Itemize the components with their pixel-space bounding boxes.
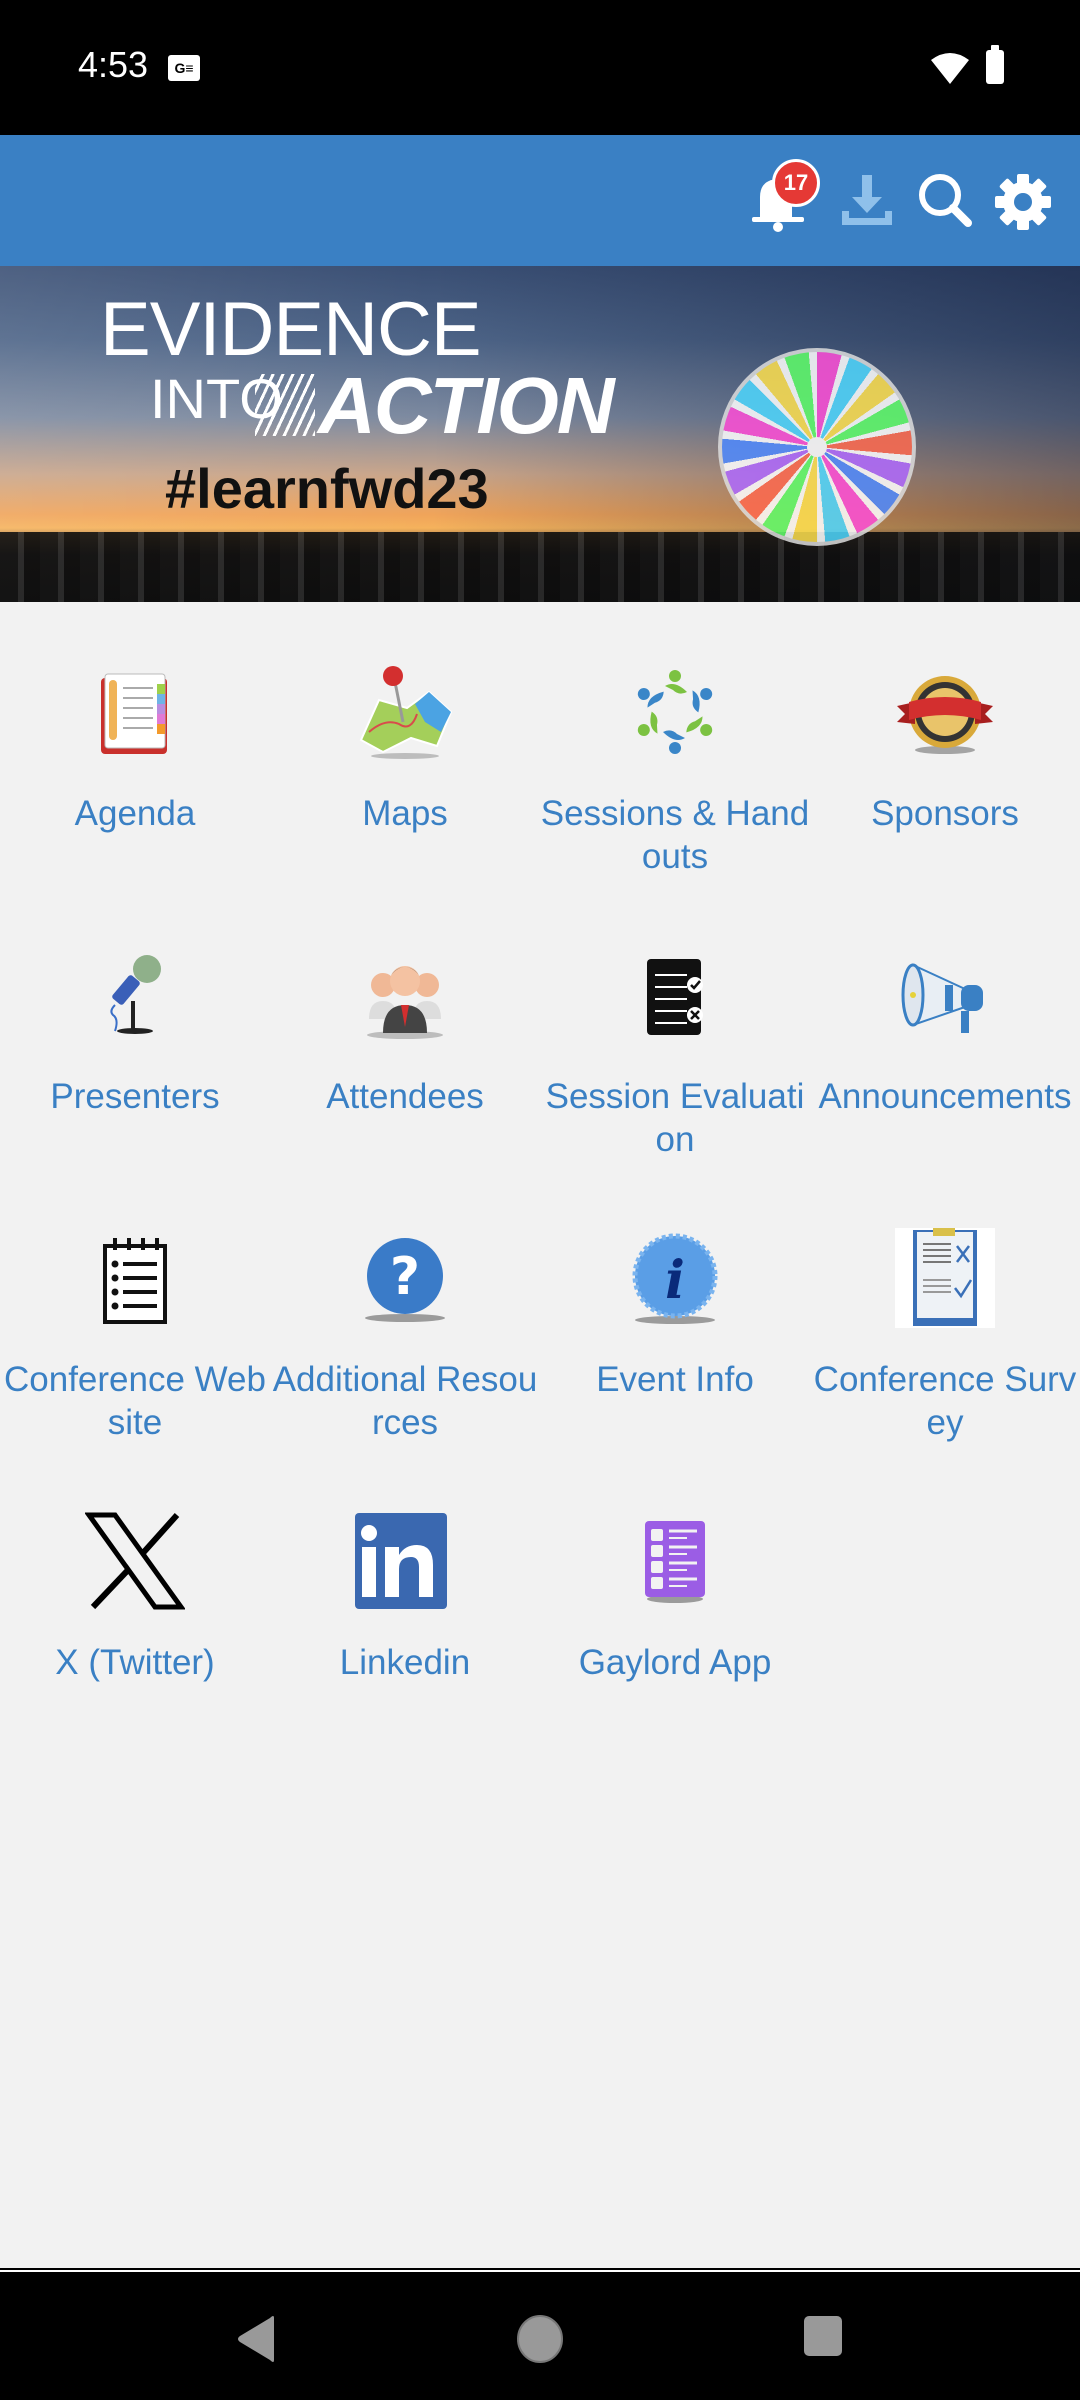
menu-item-label: Sponsors <box>871 794 1019 833</box>
menu-item-label: Linkedin <box>339 1643 471 1682</box>
x-logo-icon <box>85 1512 185 1610</box>
menu-item-label: Event Info <box>596 1360 754 1399</box>
notepad-list-icon <box>103 1238 167 1324</box>
menu-item-label: Session Evaluation <box>545 1077 805 1159</box>
menu-item-label: Announcements <box>818 1077 1072 1116</box>
megaphone-icon <box>901 963 983 1033</box>
menu-item-label: Maps <box>362 794 448 833</box>
agenda-book-icon <box>101 673 167 754</box>
menu-item-maps[interactable]: Maps <box>270 602 540 885</box>
menu-item-label: X (Twitter) <box>55 1643 215 1682</box>
menu-item-linkedin[interactable]: Linkedin <box>270 1451 540 1734</box>
sim-card-icon: G≡ <box>168 55 200 81</box>
menu-item-label: Gaylord App <box>578 1643 772 1682</box>
download-icon <box>842 175 892 225</box>
microphone-icon <box>110 955 161 1034</box>
svg-text:?: ? <box>390 1247 420 1307</box>
status-time: 4:53 <box>78 44 149 85</box>
battery-icon <box>986 45 1004 84</box>
menu-item-sessions-handouts[interactable]: Sessions & Handouts <box>540 602 810 885</box>
banner-stripes-decoration <box>255 374 315 436</box>
banner-title-action: ACTION <box>318 361 615 450</box>
home-icon[interactable] <box>516 2314 564 2364</box>
banner-hashtag: #learnfwd23 <box>165 457 489 520</box>
purple-list-icon <box>645 1521 705 1603</box>
ribbon-seal-icon <box>897 676 993 754</box>
menu-item-label: Conference Website <box>3 1360 266 1442</box>
status-bar: 4:53 G≡ <box>0 0 1080 135</box>
menu-item-additional-resources[interactable]: ? Additional Resources <box>270 1168 540 1451</box>
menu-item-presenters[interactable]: Presenters <box>0 885 270 1168</box>
menu-item-label: Agenda <box>74 794 196 833</box>
marina-silhouette <box>0 532 1080 602</box>
recents-icon[interactable] <box>802 2314 844 2358</box>
system-nav-bar <box>0 2274 1080 2400</box>
linkedin-logo-icon <box>355 1513 447 1609</box>
menu-item-conference-website[interactable]: Conference Website <box>0 1168 270 1451</box>
gear-icon <box>995 174 1051 230</box>
search-icon <box>919 174 972 227</box>
group-people-icon <box>367 966 443 1039</box>
menu-item-label: Presenters <box>50 1077 220 1116</box>
notifications-button[interactable]: 17 <box>748 159 820 237</box>
download-button[interactable] <box>832 167 902 237</box>
notification-badge: 17 <box>772 159 820 207</box>
info-badge-icon: i <box>632 1233 718 1324</box>
menu-item-label: Sessions & Handouts <box>540 794 810 876</box>
svg-text:i: i <box>665 1250 685 1311</box>
people-circle-icon <box>637 670 713 754</box>
menu-item-gaylord-app[interactable]: Gaylord App <box>540 1451 810 1734</box>
menu-item-agenda[interactable]: Agenda <box>0 602 270 885</box>
menu-item-session-evaluation[interactable]: Session Evaluation <box>540 885 810 1168</box>
menu-item-attendees[interactable]: Attendees <box>270 885 540 1168</box>
search-button[interactable] <box>912 167 982 237</box>
menu-item-announcements[interactable]: Announcements <box>810 885 1080 1168</box>
question-mark-icon: ? <box>365 1238 445 1322</box>
back-icon[interactable] <box>236 2314 280 2364</box>
clipboard-survey-icon <box>895 1228 995 1328</box>
wifi-icon <box>931 53 969 84</box>
menu-item-sponsors[interactable]: Sponsors <box>810 602 1080 885</box>
settings-button[interactable] <box>988 167 1058 237</box>
menu-item-label: Additional Resources <box>272 1360 538 1442</box>
ferris-wheel-image <box>718 348 916 546</box>
app-header: 17 <box>0 135 1080 266</box>
event-banner: EVIDENCE INTO ACTION #learnfwd23 <box>0 266 1080 602</box>
map-pin-icon <box>359 666 453 759</box>
menu-item-x-twitter[interactable]: X (Twitter) <box>0 1451 270 1734</box>
menu-item-conference-survey[interactable]: Conference Survey <box>810 1168 1080 1451</box>
menu-item-label: Attendees <box>326 1077 484 1116</box>
menu-item-label: Conference Survey <box>813 1360 1077 1442</box>
menu-item-event-info[interactable]: i Event Info <box>540 1168 810 1451</box>
evaluation-checklist-icon <box>647 959 703 1035</box>
